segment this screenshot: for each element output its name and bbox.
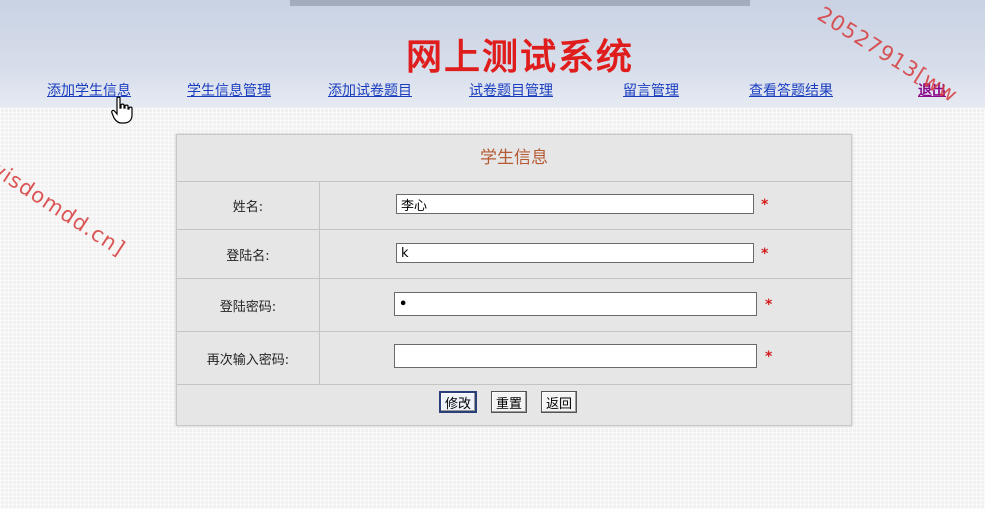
login-name-input[interactable] xyxy=(396,243,754,263)
confirm-password-input[interactable] xyxy=(394,344,757,368)
required-mark: * xyxy=(761,197,769,213)
hand-cursor-icon xyxy=(111,96,133,124)
password-label: 登陆密码: xyxy=(177,279,320,331)
login-name-label: 登陆名: xyxy=(177,230,320,278)
name-label: 姓名: xyxy=(177,181,320,229)
required-mark: * xyxy=(765,297,773,313)
nav-message-manage[interactable]: 留言管理 xyxy=(623,80,679,100)
student-info-form: 学生信息 姓名: * 登陆名: * 登陆密码: * 再次输入密码: * 修改 重… xyxy=(176,134,852,426)
form-row-password: 登陆密码: * xyxy=(177,279,851,332)
header-top-strip xyxy=(290,0,750,6)
form-row-confirm-password: 再次输入密码: * xyxy=(177,332,851,385)
confirm-password-label: 再次输入密码: xyxy=(177,332,320,384)
reset-button[interactable]: 重置 xyxy=(491,391,528,413)
nav-add-question[interactable]: 添加试卷题目 xyxy=(328,80,412,100)
name-input[interactable] xyxy=(396,194,754,214)
required-mark: * xyxy=(765,349,773,365)
watermark-left: .wisdomdd.cn] xyxy=(0,150,130,261)
modify-button[interactable]: 修改 xyxy=(439,391,478,413)
form-row-name: 姓名: * xyxy=(177,181,851,230)
nav-question-manage[interactable]: 试卷题目管理 xyxy=(469,80,553,100)
form-row-login: 登陆名: * xyxy=(177,230,851,279)
nav-view-results[interactable]: 查看答题结果 xyxy=(749,80,833,100)
form-title: 学生信息 xyxy=(177,135,851,182)
password-input[interactable] xyxy=(394,292,757,316)
back-button[interactable]: 返回 xyxy=(541,391,578,413)
required-mark: * xyxy=(761,246,769,262)
nav-student-manage[interactable]: 学生信息管理 xyxy=(187,80,271,100)
